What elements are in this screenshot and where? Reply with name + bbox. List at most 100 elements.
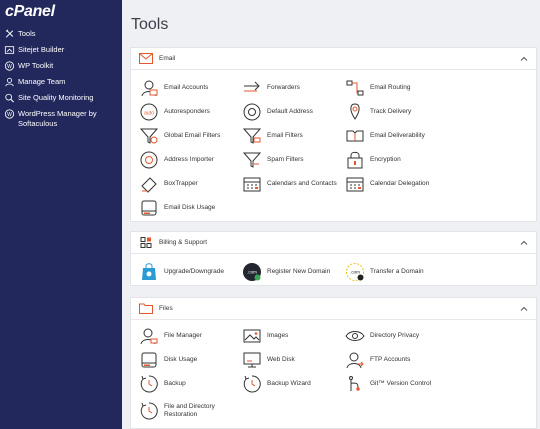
file-restoration-link[interactable]: File and Directory Restoration bbox=[139, 397, 244, 425]
calendars-contacts-link[interactable]: Calendars and Contacts bbox=[242, 172, 347, 196]
item-label: Calendar Delegation bbox=[370, 180, 430, 187]
billing-panel-header[interactable]: Billing & Support bbox=[131, 232, 536, 254]
email-filters-icon bbox=[242, 128, 262, 144]
item-label: Upgrade/Downgrade bbox=[164, 268, 224, 275]
sidebar-item-sitejet-builder[interactable]: Sitejet Builder bbox=[0, 43, 122, 59]
backup-link[interactable]: Backup bbox=[139, 372, 244, 396]
git-version-control-link[interactable]: Git™ Version Control bbox=[345, 372, 450, 396]
page-title: Tools bbox=[131, 16, 169, 33]
svg-text:auto: auto bbox=[144, 111, 154, 117]
email-disk-usage-icon bbox=[141, 200, 157, 216]
global-email-filters-icon bbox=[139, 128, 159, 144]
svg-text:W: W bbox=[7, 112, 12, 118]
encryption-icon bbox=[347, 151, 363, 169]
email-deliverability-icon bbox=[346, 130, 364, 142]
track-delivery-link[interactable]: Track Delivery bbox=[345, 100, 450, 124]
domain-badge: .com bbox=[247, 270, 257, 275]
item-label: File and Directory Restoration bbox=[164, 403, 215, 418]
autoresponders-link[interactable]: auto Autoresponders bbox=[139, 100, 244, 124]
item-label: Images bbox=[267, 332, 289, 339]
spam-filters-link[interactable]: Spam Filters bbox=[242, 148, 347, 172]
upgrade-downgrade-link[interactable]: Upgrade/Downgrade bbox=[139, 260, 242, 284]
tools-icon bbox=[5, 29, 14, 38]
email-routing-link[interactable]: Email Routing bbox=[345, 76, 450, 100]
file-manager-link[interactable]: File Manager bbox=[139, 324, 244, 348]
address-importer-icon bbox=[140, 151, 158, 169]
email-deliverability-link[interactable]: Email Deliverability bbox=[345, 124, 450, 148]
chevron-up-icon[interactable] bbox=[520, 55, 528, 63]
item-label: Email Routing bbox=[370, 84, 411, 91]
disk-usage-link[interactable]: Disk Usage bbox=[139, 348, 244, 372]
spam-filters-icon bbox=[242, 152, 262, 168]
chevron-up-icon[interactable] bbox=[520, 305, 528, 313]
sidebar-item-wordpress-manager[interactable]: W WordPress Manager by Softaculous bbox=[0, 107, 122, 133]
disk-usage-icon bbox=[141, 352, 157, 368]
calendar-delegation-link[interactable]: Calendar Delegation bbox=[345, 172, 450, 196]
address-importer-link[interactable]: Address Importer bbox=[139, 148, 244, 172]
item-label: Forwarders bbox=[267, 84, 300, 91]
sidebar-nav: Tools Sitejet Builder W WP Toolkit Manag… bbox=[0, 27, 122, 133]
email-panel: Email Email Accounts Forwarders Email Ro… bbox=[130, 47, 537, 222]
item-label: Spam Filters bbox=[267, 156, 304, 163]
item-label: Calendars and Contacts bbox=[267, 180, 337, 187]
global-email-filters-link[interactable]: Global Email Filters bbox=[139, 124, 244, 148]
sidebar-item-label: Site Quality Monitoring bbox=[18, 93, 94, 102]
forwarders-link[interactable]: Forwarders bbox=[242, 76, 347, 100]
item-label: FTP Accounts bbox=[370, 356, 411, 363]
register-domain-link[interactable]: .com Register New Domain bbox=[242, 260, 345, 284]
sitejet-icon bbox=[4, 46, 15, 54]
sidebar-item-wp-toolkit[interactable]: W WP Toolkit bbox=[0, 59, 122, 75]
item-label: Track Delivery bbox=[370, 108, 412, 115]
calendars-contacts-icon bbox=[243, 177, 261, 192]
sidebar-item-label: Sitejet Builder bbox=[18, 45, 65, 54]
email-accounts-link[interactable]: Email Accounts bbox=[139, 76, 244, 100]
backup-wizard-link[interactable]: Backup Wizard bbox=[242, 372, 347, 396]
wordpress-icon: W bbox=[4, 109, 15, 119]
item-label: File Manager bbox=[164, 332, 202, 339]
item-label: Web Disk bbox=[267, 356, 295, 363]
images-link[interactable]: Images bbox=[242, 324, 347, 348]
chevron-up-icon[interactable] bbox=[520, 239, 528, 247]
images-icon bbox=[243, 329, 261, 343]
item-label: Email Deliverability bbox=[370, 132, 425, 139]
item-label: Autoresponders bbox=[164, 108, 210, 115]
track-delivery-icon bbox=[350, 103, 360, 120]
item-label: Register New Domain bbox=[267, 268, 331, 275]
encryption-link[interactable]: Encryption bbox=[345, 148, 450, 172]
item-label: Transfer a Domain bbox=[370, 268, 424, 275]
web-disk-icon bbox=[243, 352, 261, 368]
email-disk-usage-link[interactable]: Email Disk Usage bbox=[139, 196, 244, 220]
default-address-link[interactable]: Default Address bbox=[242, 100, 347, 124]
sidebar-item-site-quality-monitoring[interactable]: Site Quality Monitoring bbox=[0, 91, 122, 107]
sidebar-item-label: WordPress Manager by Softaculous bbox=[18, 109, 97, 128]
ftp-accounts-link[interactable]: FTP Accounts bbox=[345, 348, 450, 372]
directory-privacy-link[interactable]: Directory Privacy bbox=[345, 324, 450, 348]
cpanel-logo[interactable]: cPanel bbox=[5, 3, 55, 21]
sidebar-item-manage-team[interactable]: Manage Team bbox=[0, 75, 122, 91]
item-label: Backup Wizard bbox=[267, 380, 311, 387]
sidebar-item-label: Tools bbox=[18, 29, 36, 38]
item-label: Backup bbox=[164, 380, 186, 387]
envelope-icon bbox=[139, 53, 153, 64]
item-label: BoxTrapper bbox=[164, 180, 198, 187]
item-label: Address Importer bbox=[164, 156, 214, 163]
boxtrapper-link[interactable]: BoxTrapper bbox=[139, 172, 244, 196]
sidebar-item-label: Manage Team bbox=[18, 77, 66, 86]
sidebar-item-label: WP Toolkit bbox=[18, 61, 54, 70]
upgrade-downgrade-icon bbox=[142, 263, 156, 280]
panel-title: Email bbox=[159, 55, 176, 62]
transfer-domain-icon: .com bbox=[346, 263, 364, 281]
email-panel-header[interactable]: Email bbox=[131, 48, 536, 70]
files-panel-header[interactable]: Files bbox=[131, 298, 536, 320]
main-content: Tools Email Email Accounts Forwarders Em… bbox=[122, 0, 540, 429]
wordpress-icon: W bbox=[4, 61, 15, 71]
item-label: Global Email Filters bbox=[164, 132, 221, 139]
transfer-domain-link[interactable]: .com Transfer a Domain bbox=[345, 260, 448, 284]
item-label: Encryption bbox=[370, 156, 401, 163]
email-routing-icon bbox=[346, 80, 364, 96]
web-disk-link[interactable]: Web Disk bbox=[242, 348, 347, 372]
sidebar-item-tools[interactable]: Tools bbox=[0, 27, 122, 43]
item-label: Email Filters bbox=[267, 132, 303, 139]
billing-panel: Billing & Support Upgrade/Downgrade .com… bbox=[130, 231, 537, 286]
email-filters-link[interactable]: Email Filters bbox=[242, 124, 347, 148]
